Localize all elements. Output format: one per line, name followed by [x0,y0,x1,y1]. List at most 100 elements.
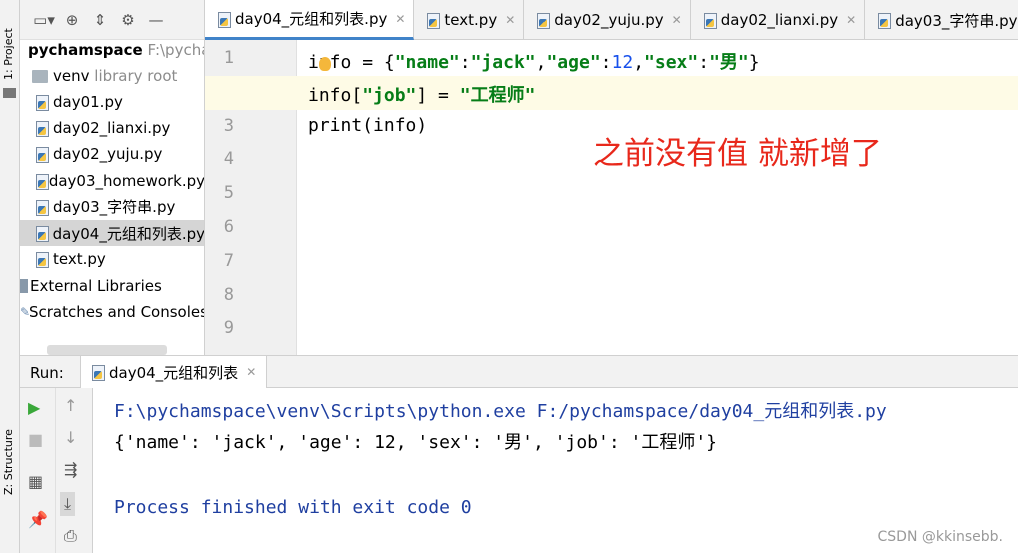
tree-item-label: day03_homework.py [48,171,205,190]
close-icon[interactable]: ✕ [505,13,515,27]
close-icon[interactable]: ✕ [846,13,856,27]
scratches-icon: ✎ [20,305,31,319]
minimize-icon[interactable]: — [142,9,170,31]
code-line-1[interactable]: info = {"name":"jack","age":12,"sex":"男"… [308,48,760,74]
line-number: 7 [223,250,234,271]
tab-label: text.py [444,11,498,29]
root-path: F:\pychamspace [147,41,204,59]
tree-item-label: day01.py [53,93,123,111]
tree-root[interactable]: pychamspace F:\pychamspace [28,37,204,63]
tree-item-label: day02_lianxi.py [53,119,171,138]
tree-item-file[interactable]: day03_字符串.py [20,194,204,220]
python-file-icon [35,94,49,111]
code-editor[interactable]: info = {"name":"jack","age":12,"sex":"男"… [297,40,1018,355]
tab-label: day04_元组和列表.py [235,10,388,28]
console-output: {'name': 'jack', 'age': 12, 'sex': '男', … [114,432,718,453]
tree-item-label: External Libraries [30,277,162,295]
tree-item-label: venv [53,67,90,85]
layout-icon[interactable]: ▦ [28,472,43,491]
tree-item-label: Scratches and Consoles [29,303,205,321]
line-number: 5 [223,183,234,204]
stop-icon[interactable]: ■ [28,430,43,449]
python-file-icon [35,173,49,190]
view-dropdown-icon[interactable]: ▭▾ [30,9,58,31]
tree-item-venv[interactable]: venv library root [32,63,177,89]
editor-tab[interactable]: day02_yuju.py ✕ [524,0,691,40]
rerun-icon[interactable]: ▶ [28,398,40,417]
run-header: Run: day04_元组和列表 ✕ [20,355,1018,388]
scroll-to-end-icon[interactable]: ⤓ [60,492,76,516]
tree-item-file[interactable]: day03_homework.py [20,168,205,194]
tree-item-label: day02_yuju.py [53,145,163,164]
python-file-icon [217,11,231,28]
tree-item-file[interactable]: day02_yuju.py [20,141,204,167]
tree-item-label: day03_字符串.py [53,198,176,217]
close-icon[interactable]: ✕ [246,365,256,379]
annotation-text: 之前没有值 就新增了 [593,136,882,172]
watermark: CSDN @kkinsebb. [877,529,1003,545]
tab-label: day02_lianxi.py [720,11,839,29]
project-panel: ▭▾ ⊕ ⇕ ⚙ — pychamspace F:\pychamspace ve… [20,0,205,355]
project-toolbar: ▭▾ ⊕ ⇕ ⚙ — [20,0,204,40]
soft-wrap-icon[interactable]: ⇶ [64,460,77,479]
locate-icon[interactable]: ⊕ [58,9,86,31]
editor-tab[interactable]: day03_字符串.py✕ [865,0,1018,40]
editor-tab[interactable]: text.py ✕ [414,0,525,40]
folder-icon [32,69,48,83]
close-icon[interactable]: ✕ [395,12,405,26]
lightbulb-icon[interactable] [319,57,331,71]
editor-tabs: day04_元组和列表.py ✕ text.py ✕ day02_yuju.py ✕ day… [205,0,1018,40]
python-file-icon [426,12,441,29]
line-number: 4 [223,149,234,170]
run-toolbar-right: ↑ ↓ ⇶ ⤓ ⎙ [56,388,93,553]
tree-item-file[interactable]: day01.py [20,89,204,115]
line-number: 9 [223,318,234,339]
run-label: Run: [30,364,64,382]
tree-item-file[interactable]: day02_lianxi.py [20,115,204,141]
python-file-icon [35,146,49,164]
library-icon [20,279,28,293]
editor-tab[interactable]: day02_lianxi.py ✕ [691,0,866,40]
tree-item-external-libraries[interactable]: External Libraries [20,273,162,299]
pin-icon[interactable]: 📌 [28,510,48,529]
folder-icon [3,88,16,98]
library-root-note: library root [94,67,178,85]
print-icon[interactable]: ⎙ [64,526,77,546]
python-file-icon [35,120,49,138]
tree-item-scratches[interactable]: ✎ Scratches and Consoles [20,299,205,325]
python-file-icon [35,199,49,216]
arrow-up-icon[interactable]: ↑ [64,396,77,415]
tab-label: day02_yuju.py [554,11,664,29]
run-toolbar-left: ▶ ■ ▦ 📌 [20,388,56,553]
collapse-icon[interactable]: ⇕ [86,9,114,31]
python-file-icon [536,12,551,29]
tree-item-label: text.py [53,250,106,269]
console-command: F:\pychamspace\venv\Scripts\python.exe F… [114,401,887,422]
code-line-3[interactable]: print(info) [308,115,427,136]
project-tool-button[interactable]: 1: Project [2,28,15,80]
python-file-icon [35,225,49,242]
tree-item-file[interactable]: text.py [20,246,204,272]
console-exit-message: Process finished with exit code 0 [114,497,472,518]
python-file-icon [703,12,717,29]
horizontal-scrollbar[interactable] [47,345,167,355]
line-number: 3 [223,115,234,136]
tree-item-file[interactable]: day04_元组和列表.py [20,220,205,246]
close-icon[interactable]: ✕ [672,13,682,27]
arrow-down-icon[interactable]: ↓ [64,428,77,447]
line-number: 6 [223,217,234,237]
tree-item-label: day04_元组和列表.py [52,224,205,243]
tab-label: day03_字符串.py [895,11,1018,30]
root-name: pychamspace [28,41,143,59]
line-number: 8 [223,284,234,305]
code-line-2[interactable]: info["job"] = "工程师" [308,81,535,107]
python-file-icon [35,251,49,269]
run-tab[interactable]: day04_元组和列表 ✕ [80,356,268,388]
gear-icon[interactable]: ⚙ [114,9,142,31]
structure-tool-button[interactable]: Z: Structure [2,429,15,495]
python-file-icon [877,12,892,29]
line-number: 1 [223,48,234,68]
editor-tab[interactable]: day04_元组和列表.py ✕ [205,0,415,40]
run-tab-label: day04_元组和列表 [109,363,239,382]
python-icon [91,364,105,381]
